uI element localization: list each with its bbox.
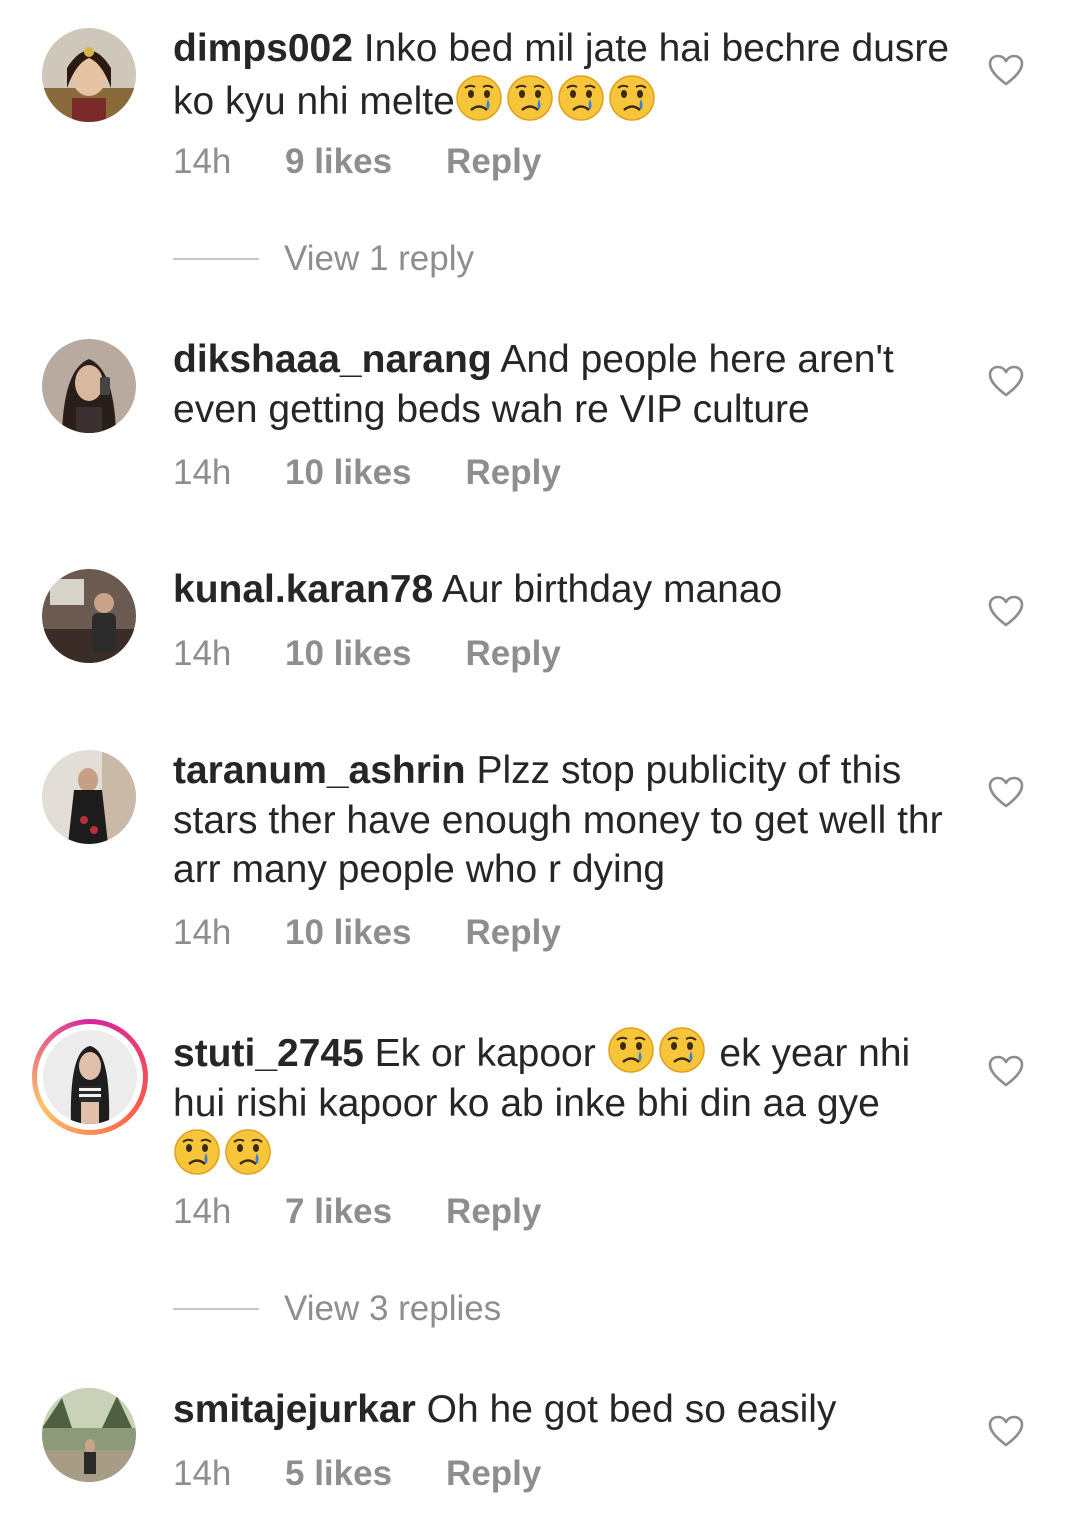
comment-meta: 14h 10 likes Reply [173,909,561,957]
comment-time: 14h [173,453,232,492]
crying-face-emoji [658,1026,706,1074]
avatar[interactable] [42,339,136,433]
divider-line [173,1308,259,1310]
comment-time: 14h [173,142,232,181]
view-replies-label: View 3 replies [284,1289,502,1328]
reply-button[interactable]: Reply [466,453,561,493]
comment-username[interactable]: dimps002 [173,27,353,70]
avatar-story-ring[interactable] [32,1019,148,1135]
comment-text: stuti_2745 Ek or kapoor ek year nhi hui … [173,1026,963,1181]
reply-button[interactable]: Reply [446,1454,541,1494]
comment-likes[interactable]: 10 likes [285,453,412,493]
comment-meta: 14h 10 likes Reply [173,630,561,678]
comment-likes[interactable]: 5 likes [285,1454,392,1494]
comment-meta: 14h 5 likes Reply [173,1450,541,1498]
comment-body-part1: Ek or kapoor [374,1032,596,1075]
crying-face-emoji [224,1128,272,1176]
comment-username[interactable]: taranum_ashrin [173,749,466,792]
heart-outline-icon[interactable] [988,54,1024,86]
comment-likes[interactable]: 10 likes [285,634,412,674]
comment-text: taranum_ashrin Plzz stop publicity of th… [173,746,963,895]
comment-likes[interactable]: 10 likes [285,913,412,953]
story-ring-gap [37,1024,143,1130]
comment-username[interactable]: stuti_2745 [173,1032,364,1075]
crying-face-emoji [455,74,503,122]
crying-face-emoji [557,74,605,122]
crying-face-emoji [173,1128,221,1176]
comment-time: 14h [173,913,232,952]
emoji-group [607,1032,709,1075]
reply-button[interactable]: Reply [446,142,541,182]
comment-text: dikshaaa_narang And people here aren't e… [173,335,963,434]
comment-body: Aur birthday manao [441,568,783,611]
comment-text: kunal.karan78 Aur birthday manao [173,565,963,615]
reply-button[interactable]: Reply [446,1192,541,1232]
reply-button[interactable]: Reply [466,634,561,674]
reply-button[interactable]: Reply [466,913,561,953]
comment-body: Oh he got bed so easily [426,1388,837,1431]
comment-likes[interactable]: 7 likes [285,1192,392,1232]
comment-meta: 14h 10 likes Reply [173,449,561,497]
emoji-group [455,80,659,123]
heart-outline-icon[interactable] [988,1055,1024,1087]
comment-username[interactable]: dikshaaa_narang [173,338,492,381]
crying-face-emoji [607,1026,655,1074]
avatar[interactable] [42,1388,136,1482]
avatar [43,1030,137,1124]
comment-meta: 14h 9 likes Reply [173,138,541,186]
comment-time: 14h [173,634,232,673]
divider-line [173,258,259,260]
comment-username[interactable]: smitajejurkar [173,1388,416,1431]
heart-outline-icon[interactable] [988,365,1024,397]
avatar[interactable] [42,28,136,122]
view-replies-button[interactable]: View 1 reply [173,235,474,283]
comment-meta: 14h 7 likes Reply [173,1188,541,1236]
heart-outline-icon[interactable] [988,1415,1024,1447]
heart-outline-icon[interactable] [988,595,1024,627]
avatar[interactable] [42,750,136,844]
comment-text: smitajejurkar Oh he got bed so easily [173,1385,963,1435]
comment-time: 14h [173,1192,232,1231]
comment-text: dimps002 Inko bed mil jate hai bechre du… [173,24,963,126]
crying-face-emoji [506,74,554,122]
comment-time: 14h [173,1454,232,1493]
view-replies-label: View 1 reply [284,239,475,278]
heart-outline-icon[interactable] [988,776,1024,808]
view-replies-button[interactable]: View 3 replies [173,1285,501,1333]
comment-likes[interactable]: 9 likes [285,142,392,182]
avatar[interactable] [42,569,136,663]
comment-username[interactable]: kunal.karan78 [173,568,433,611]
crying-face-emoji [608,74,656,122]
emoji-group [173,1134,275,1177]
